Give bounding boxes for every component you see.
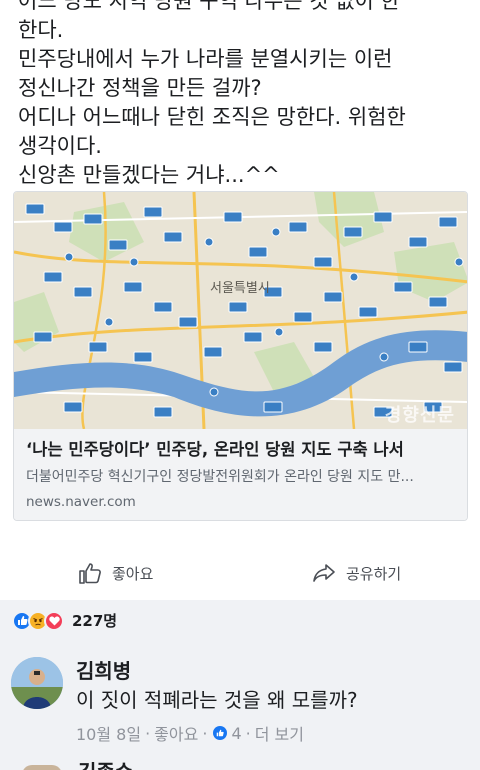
post-line: 정신나간 정책을 만든 걸까?: [18, 76, 262, 100]
post-line: 어느 당도 지역 당원 구역 나누는 것 없이 한: [18, 0, 400, 13]
thumbs-up-icon: [79, 563, 101, 584]
next-comment-avatar[interactable]: [22, 765, 62, 770]
like-button-label: 좋아요: [112, 564, 154, 583]
link-preview-card[interactable]: 서울특별시 경향신문 ‘나는 민주당이다’ 민주당, 온라인 당원 지도 구축 …: [13, 191, 468, 521]
comment-more-link[interactable]: 더 보기: [255, 721, 304, 745]
map-image: 서울특별시 경향신문: [14, 192, 467, 429]
comment-like-icon: [213, 726, 228, 740]
meta-separator: ·: [202, 723, 208, 743]
comments-section: 김희병 이 짓이 적폐라는 것을 왜 모를까? 10월 8일 · 좋아요 · 4…: [0, 640, 480, 770]
post-text: 어느 당도 지역 당원 구역 나누는 것 없이 한 한다. 민주당내에서 누가 …: [18, 0, 470, 185]
reactions-summary[interactable]: 227명: [12, 610, 117, 631]
post-line: 어디나 어느때나 닫힌 조직은 망한다. 위험한: [18, 105, 406, 129]
share-button[interactable]: 공유하기: [312, 548, 401, 598]
meta-separator: ·: [145, 723, 151, 743]
like-button[interactable]: 좋아요: [78, 548, 153, 598]
comment-like-count[interactable]: 4: [231, 724, 241, 743]
avatar-image: [11, 657, 63, 709]
post-body: 어느 당도 지역 당원 구역 나누는 것 없이 한 한다. 민주당내에서 누가 …: [0, 0, 480, 185]
comment-author-avatar[interactable]: [11, 657, 63, 709]
post-line: 신앙촌 만들겠다는 거냐...^^: [18, 163, 280, 185]
link-card-description: 더불어민주당 혁신기구인 정당발전위원회가 온라인 당원 지도 만...: [26, 469, 414, 485]
reaction-count[interactable]: 227명: [72, 610, 117, 631]
post-line: 생각이다.: [18, 134, 102, 158]
meta-separator: ·: [245, 723, 251, 743]
link-card-meta: ‘나는 민주당이다’ 민주당, 온라인 당원 지도 구축 나서 더불어민주당 혁…: [14, 429, 467, 520]
link-card-domain: news.naver.com: [26, 494, 136, 510]
map-city-label: 서울특별시: [210, 281, 270, 296]
share-arrow-icon: [313, 564, 335, 582]
share-button-label: 공유하기: [346, 564, 402, 583]
comment-like-link[interactable]: 좋아요: [154, 721, 198, 745]
post-line: 민주당내에서 누가 나라를 분열시키는 이런: [18, 47, 393, 71]
map-watermark: 경향신문: [384, 405, 455, 426]
post-action-bar: 좋아요 공유하기: [0, 548, 480, 598]
map-illustration: [14, 192, 467, 429]
love-icon: [44, 610, 64, 631]
comment-meta: 10월 8일 · 좋아요 · 4 · 더 보기: [76, 721, 308, 745]
comment-author-name[interactable]: 김희병: [76, 655, 131, 684]
next-comment-author[interactable]: 김종수: [78, 762, 144, 770]
post-line: 한다.: [18, 18, 64, 42]
comment-date[interactable]: 10월 8일: [76, 721, 141, 745]
comment-text: 이 짓이 적폐라는 것을 왜 모를까?: [76, 688, 358, 712]
link-card-title[interactable]: ‘나는 민주당이다’ 민주당, 온라인 당원 지도 구축 나서: [26, 439, 455, 461]
